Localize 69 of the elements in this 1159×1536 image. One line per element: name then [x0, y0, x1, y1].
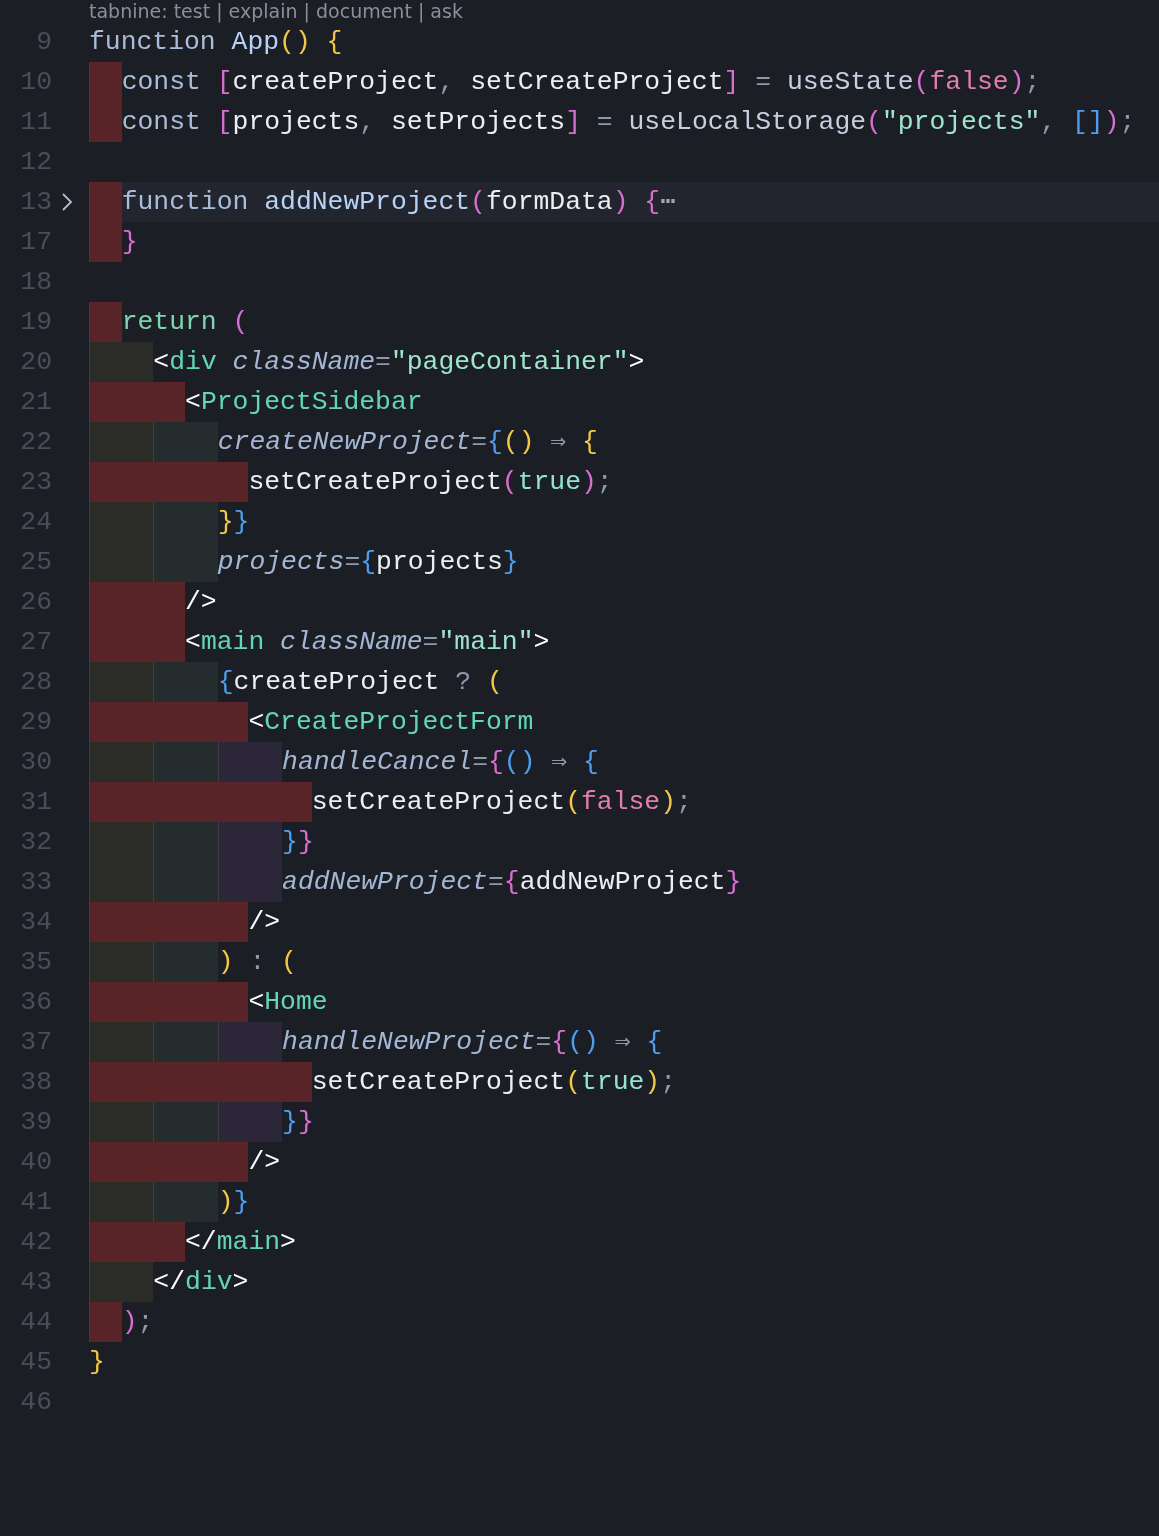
indent-guide: [153, 822, 218, 862]
indent-guide: [217, 742, 283, 782]
indent-guide: [153, 422, 218, 462]
code-lens-text[interactable]: tabnine: test | explain | document | ask: [89, 0, 463, 22]
code-line: />: [185, 586, 217, 619]
code-line: function addNewProject(formData) {⋯: [121, 186, 677, 219]
indent-guide: [217, 822, 283, 862]
indent-guide: [89, 822, 154, 862]
indent-guide: [89, 502, 154, 542]
indent-guide: [217, 1022, 283, 1062]
indent-error-highlight: [89, 182, 122, 222]
code-line: <Home: [248, 986, 328, 1019]
code-line: {createProject ? (: [217, 666, 503, 699]
code-line: handleNewProject={() ⇒ {: [282, 1026, 663, 1059]
code-line: }}: [282, 1106, 314, 1139]
code-line: setCreateProject(false);: [311, 786, 692, 819]
code-line: }: [89, 1346, 105, 1379]
indent-guide: [89, 862, 154, 902]
indent-guide: [89, 1102, 154, 1142]
indent-guide: [89, 742, 154, 782]
indent-error-highlight: [89, 1302, 122, 1342]
indent-error-highlight: [89, 302, 122, 342]
indent-guide: [153, 742, 218, 782]
indent-guide: [153, 1182, 218, 1222]
indent-guide: [153, 942, 218, 982]
code-line: <CreateProjectForm: [248, 706, 534, 739]
indent-guide: [153, 1102, 218, 1142]
code-line: projects={projects}: [217, 546, 519, 579]
code-line: <ProjectSidebar: [185, 386, 423, 419]
code-line: <main className="main">: [185, 626, 550, 659]
code-line: return (: [121, 306, 249, 339]
indent-guide: [217, 1102, 283, 1142]
code-line: )}: [217, 1186, 250, 1219]
indent-guide: [89, 662, 154, 702]
indent-error-highlight: [89, 102, 122, 142]
code-line: </main>: [185, 1226, 296, 1259]
code-line: }: [121, 226, 138, 259]
code-line: addNewProject={addNewProject}: [282, 866, 742, 899]
indent-guide: [89, 342, 154, 382]
code-line: createNewProject={() ⇒ {: [217, 426, 598, 459]
code-line: function App() {: [89, 26, 343, 59]
indent-guide: [89, 1262, 154, 1302]
code-line: );: [121, 1306, 154, 1339]
indent-guide: [89, 1182, 154, 1222]
indent-guide: [89, 542, 154, 582]
indent-guide: [217, 862, 283, 902]
indent-error-highlight: [89, 62, 122, 102]
code-line: />: [248, 1146, 281, 1179]
indent-guide: [153, 862, 218, 902]
code-line: }}: [217, 506, 250, 539]
indent-guide: [153, 662, 218, 702]
code-line: const [createProject, setCreateProject] = useState(false);: [121, 66, 1041, 99]
code-line: </div>: [153, 1266, 249, 1299]
chevron-right-icon[interactable]: [61, 192, 73, 213]
code-line: <div className="pageContainer">: [153, 346, 645, 379]
indent-guide: [153, 1022, 218, 1062]
code-line: setCreateProject(true);: [248, 466, 613, 499]
code-line: handleCancel={() ⇒ {: [282, 746, 599, 779]
code-line: }}: [282, 826, 314, 859]
indent-guide: [89, 942, 154, 982]
code-line: const [projects, setProjects] = useLocalStorage("projects", []);: [121, 106, 1136, 139]
code-line: />: [248, 906, 281, 939]
indent-guide: [89, 1022, 154, 1062]
code-line: ) : (: [217, 946, 297, 979]
indent-guide: [89, 422, 154, 462]
indent-error-highlight: [89, 222, 122, 262]
indent-guide: [153, 542, 218, 582]
indent-guide: [153, 502, 218, 542]
code-line: setCreateProject(true);: [311, 1066, 676, 1099]
